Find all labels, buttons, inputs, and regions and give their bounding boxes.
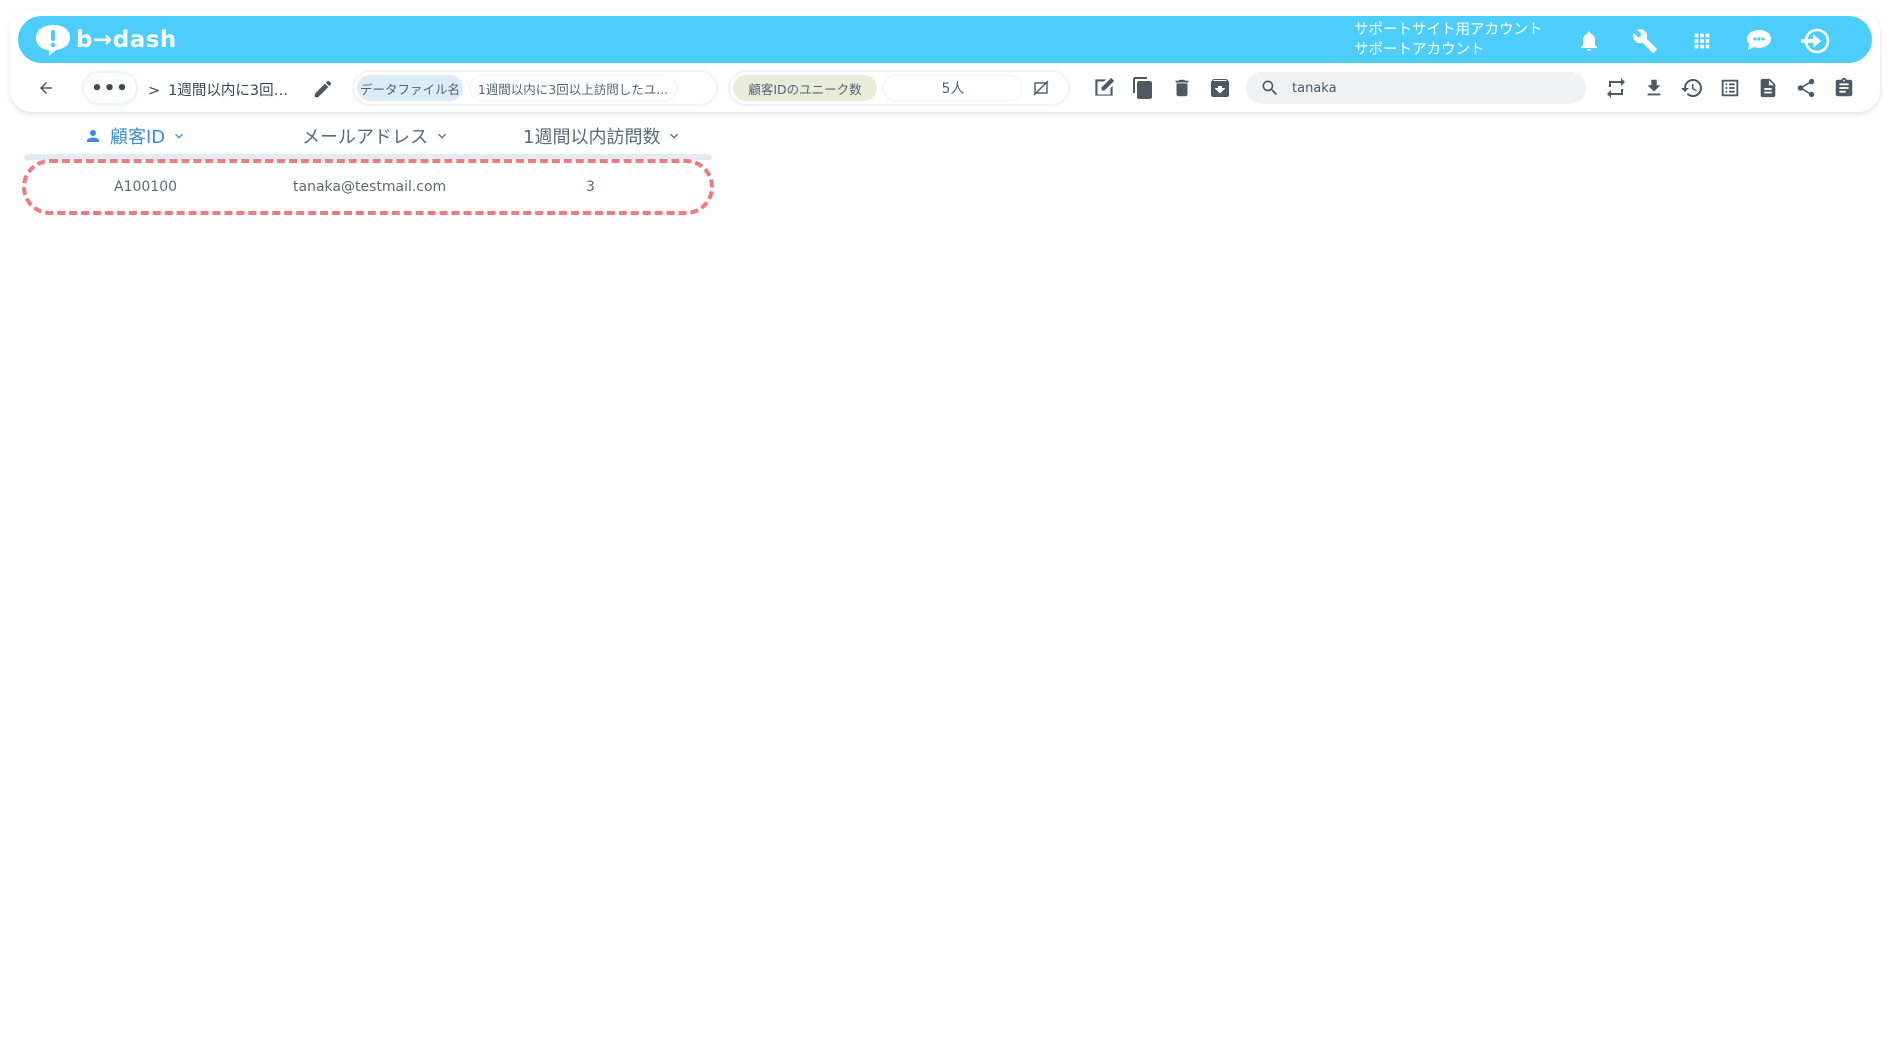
breadcrumb-current[interactable]: 1週間以内に3回… bbox=[168, 83, 288, 99]
person-icon bbox=[87, 130, 99, 142]
repeat-icon[interactable] bbox=[1602, 74, 1630, 102]
list-icon[interactable] bbox=[1716, 74, 1744, 102]
breadcrumb: >1週間以内に3回… bbox=[148, 79, 288, 100]
wrench-icon[interactable] bbox=[1630, 26, 1660, 56]
search-bar bbox=[1246, 72, 1586, 104]
logo-text: b→dash bbox=[76, 27, 177, 53]
column-header-visits[interactable]: 1週間以内訪問数 bbox=[523, 124, 682, 148]
search-icon bbox=[1262, 80, 1278, 96]
logo[interactable]: b→dash bbox=[34, 22, 177, 58]
column-label: 顧客ID bbox=[110, 127, 166, 148]
datafile-name-value[interactable]: 1週間以内に3回以上訪問したユ... bbox=[469, 75, 677, 101]
clipboard-icon[interactable] bbox=[1830, 74, 1858, 102]
unique-count-value: 5人 bbox=[883, 75, 1023, 101]
search-input[interactable] bbox=[1290, 79, 1584, 97]
account-user-name: サポートアカウント bbox=[1354, 42, 1485, 58]
document-icon[interactable] bbox=[1754, 74, 1782, 102]
apps-grid-icon[interactable] bbox=[1687, 26, 1717, 56]
archive-icon[interactable] bbox=[1206, 74, 1234, 102]
datafile-name-pill: データファイル名 1週間以内に3回以上訪問したユ... bbox=[354, 72, 716, 104]
share-icon[interactable] bbox=[1792, 74, 1820, 102]
account-site-name: サポートサイト用アカウント bbox=[1354, 22, 1543, 38]
column-header-customer-id[interactable]: 顧客ID bbox=[84, 124, 187, 148]
chevron-down-icon bbox=[438, 133, 446, 139]
datafile-name-label: データファイル名 bbox=[357, 75, 463, 101]
delete-icon[interactable] bbox=[1168, 74, 1196, 102]
chevron-down-icon bbox=[175, 133, 184, 139]
pencil-icon[interactable] bbox=[312, 78, 334, 100]
unique-count-label: 顧客IDのユニーク数 bbox=[733, 75, 877, 101]
logo-icon bbox=[36, 25, 70, 56]
chevron-down-icon bbox=[670, 133, 679, 139]
edit-icon[interactable] bbox=[1090, 74, 1118, 102]
column-label: 1週間以内訪問数 bbox=[523, 127, 661, 148]
history-icon[interactable] bbox=[1678, 74, 1706, 102]
account-info[interactable]: サポートサイト用アカウント サポートアカウント bbox=[1354, 20, 1543, 60]
logout-icon[interactable] bbox=[1800, 26, 1830, 56]
bell-icon[interactable] bbox=[1574, 26, 1604, 56]
chat-cloud-icon[interactable] bbox=[1744, 26, 1774, 56]
column-label: メールアドレス bbox=[302, 127, 428, 148]
row-highlight-annotation bbox=[22, 159, 714, 215]
column-header-email[interactable]: メールアドレス bbox=[302, 124, 450, 148]
breadcrumb-more-button[interactable]: ••• bbox=[84, 73, 136, 103]
no-count-icon[interactable] bbox=[1033, 80, 1049, 96]
download-icon[interactable] bbox=[1640, 74, 1668, 102]
back-arrow-icon[interactable] bbox=[34, 76, 58, 100]
unique-count-pill: 顧客IDのユニーク数 5人 bbox=[730, 72, 1068, 104]
breadcrumb-separator: > bbox=[148, 83, 161, 99]
copy-icon[interactable] bbox=[1129, 74, 1157, 102]
